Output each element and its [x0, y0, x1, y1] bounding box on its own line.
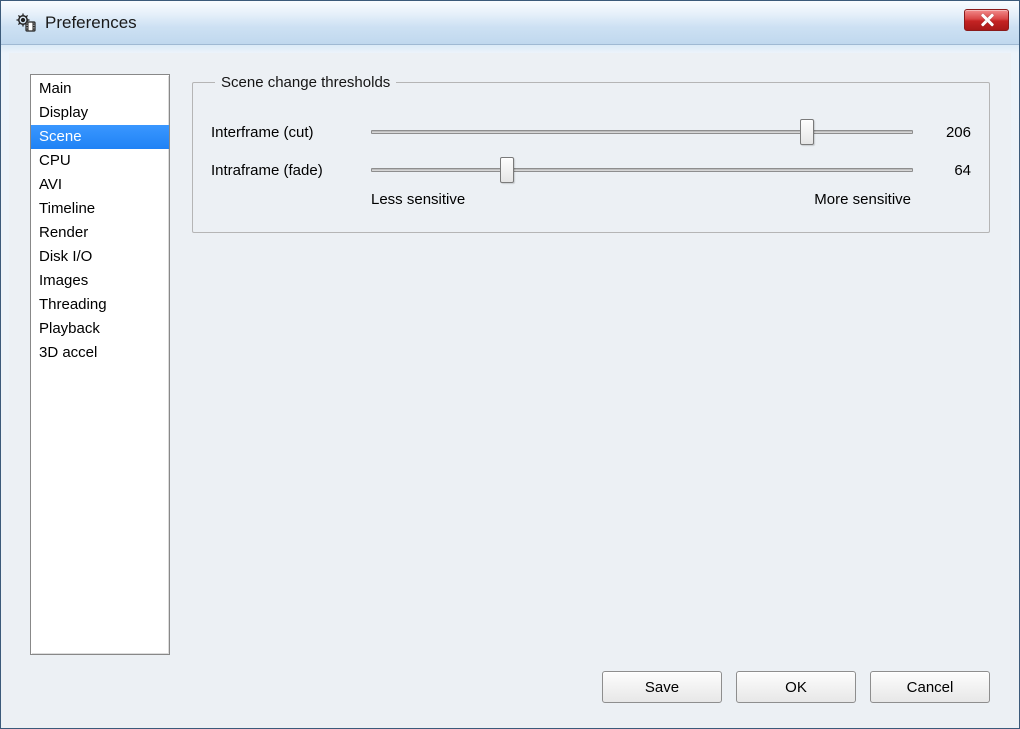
sidebar-item-disk-i-o[interactable]: Disk I/O [31, 245, 169, 269]
sidebar-item-main[interactable]: Main [31, 77, 169, 101]
sidebar-item-display[interactable]: Display [31, 101, 169, 125]
client-area: MainDisplaySceneCPUAVITimelineRenderDisk… [1, 45, 1019, 728]
slider-value: 206 [923, 124, 971, 141]
sidebar-item-playback[interactable]: Playback [31, 317, 169, 341]
sidebar-item-scene[interactable]: Scene [31, 125, 169, 149]
preferences-window: Preferences MainDisplaySceneCPUAVITimeli… [0, 0, 1020, 729]
slider-track [371, 168, 913, 172]
cancel-button[interactable]: Cancel [870, 671, 990, 703]
sidebar-item-images[interactable]: Images [31, 269, 169, 293]
group-legend: Scene change thresholds [215, 74, 396, 91]
slider[interactable] [371, 155, 913, 185]
sidebar-item-cpu[interactable]: CPU [31, 149, 169, 173]
slider-row: Intraframe (fade) 64 [211, 155, 971, 185]
slider-value: 64 [923, 162, 971, 179]
save-button[interactable]: Save [602, 671, 722, 703]
slider-label: Intraframe (fade) [211, 162, 361, 179]
close-icon [980, 13, 994, 27]
settings-panel: Scene change thresholds Interframe (cut)… [192, 74, 990, 655]
sidebar-item-timeline[interactable]: Timeline [31, 197, 169, 221]
category-listbox[interactable]: MainDisplaySceneCPUAVITimelineRenderDisk… [30, 74, 170, 655]
slider-row: Interframe (cut) 206 [211, 117, 971, 147]
ok-button[interactable]: OK [736, 671, 856, 703]
hint-more-sensitive: More sensitive [814, 191, 911, 208]
dialog-inner: MainDisplaySceneCPUAVITimelineRenderDisk… [9, 53, 1011, 720]
slider-thumb[interactable] [500, 157, 514, 183]
titlebar: Preferences [1, 1, 1019, 45]
sidebar-item-render[interactable]: Render [31, 221, 169, 245]
close-button[interactable] [964, 9, 1009, 31]
sidebar-item-3d-accel[interactable]: 3D accel [31, 341, 169, 365]
slider[interactable] [371, 117, 913, 147]
slider-track [371, 130, 913, 134]
dialog-buttons: Save OK Cancel [30, 655, 990, 703]
app-gear-icon [15, 12, 37, 34]
sidebar-item-threading[interactable]: Threading [31, 293, 169, 317]
slider-thumb[interactable] [800, 119, 814, 145]
sidebar-item-avi[interactable]: AVI [31, 173, 169, 197]
window-title: Preferences [45, 13, 137, 33]
hint-less-sensitive: Less sensitive [371, 191, 465, 208]
scene-thresholds-group: Scene change thresholds Interframe (cut)… [192, 74, 990, 233]
slider-label: Interframe (cut) [211, 124, 361, 141]
sensitivity-hints: Less sensitive More sensitive [371, 191, 911, 208]
